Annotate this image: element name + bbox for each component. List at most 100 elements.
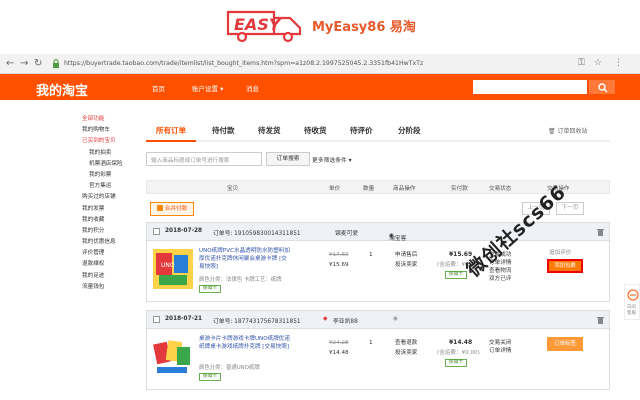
nav-home[interactable]: 首页: [152, 83, 165, 93]
trash-icon[interactable]: [597, 316, 604, 324]
headset-icon: [627, 289, 639, 301]
paid-guarantee-badge[interactable]: 保障卡: [445, 359, 467, 367]
sidebar-item[interactable]: 流量钱包: [82, 282, 140, 293]
col-item-ops: 商品操作: [393, 186, 416, 192]
order-tag-button[interactable]: 订单标签: [547, 337, 583, 351]
sidebar-nav: 全部功能 我的购物车 已买到的宝贝 我的拍卖 机票酒店保险 我的彩票 官方集运 购买过的店铺我…: [82, 114, 140, 293]
guarantee-badge[interactable]: 保障卡: [199, 373, 221, 381]
order-card: 2018-07-21 订单号: 187743175678311851 ◆ 李亚凯…: [146, 310, 610, 390]
complain-seller-link[interactable]: 投诉卖家: [395, 261, 417, 269]
product-title[interactable]: 桌游卡片卡牌游戏卡牌UNO纸牌优诺纸牌桌卡游戏纸牌扑克牌 [交易快照]: [199, 335, 291, 351]
product-thumbnail[interactable]: UNO: [153, 249, 193, 289]
order-search-input[interactable]: 输入商品标题或订单号进行搜索: [146, 152, 262, 166]
order-detail-link[interactable]: 订单详情: [489, 347, 511, 355]
col-paid: 实付款: [451, 186, 468, 192]
sidebar-item[interactable]: 评价管理: [82, 248, 140, 259]
header-search-button[interactable]: [588, 79, 616, 95]
key-icon[interactable]: ⚿: [578, 58, 585, 68]
header-search-input[interactable]: [472, 79, 588, 95]
tmall-icon: ◆: [323, 316, 328, 322]
tab-pending-review[interactable]: 待评价: [350, 125, 373, 136]
nav-account-settings[interactable]: 账户设置 ▾: [192, 83, 223, 93]
trash-icon: 🗑: [548, 128, 556, 135]
merge-payment-icon: [156, 205, 163, 211]
browser-address-bar: ← → ↻ https://buyertrade.taobao.com/trad…: [0, 54, 640, 74]
quantity: 1: [369, 340, 373, 346]
brand-name: MyEasy86 易淘: [312, 20, 416, 35]
original-price: ¥17.60: [329, 252, 349, 258]
after-sales-link[interactable]: 申请售后: [395, 251, 417, 259]
order-date: 2018-07-21: [165, 316, 203, 322]
paid-amount: ¥14.48: [449, 339, 473, 346]
seller-chat-icon[interactable]: ◉: [393, 316, 398, 322]
back-icon[interactable]: ←: [6, 58, 14, 69]
col-unit-price: 单价: [329, 186, 341, 192]
product-attributes: 颜色分类：普通UNO纸牌: [199, 365, 260, 371]
seller-tag-label: 淘宝客: [389, 236, 407, 242]
brand-banner: EASY MyEasy86 易淘: [0, 0, 640, 50]
sidebar-item[interactable]: 机票酒店保险: [82, 159, 140, 170]
order-card: 2018-07-28 订单号: 191059830014311851 锦麦可爱 …: [146, 222, 610, 302]
sidebar-item[interactable]: 我的彩票: [82, 170, 140, 181]
sidebar-item[interactable]: 我的购物车: [82, 125, 140, 136]
merge-payment-button[interactable]: 合并付款: [150, 202, 194, 216]
seller-name[interactable]: 李亚凯88: [333, 316, 358, 325]
reload-icon[interactable]: ↻: [34, 58, 42, 69]
merge-payment-label: 合并付款: [164, 206, 188, 212]
more-filters-toggle[interactable]: 更多筛选条件 ▾: [312, 155, 352, 164]
order-date: 2018-07-28: [165, 228, 203, 234]
url-text[interactable]: https://buyertrade.taobao.com/trade/item…: [64, 60, 423, 67]
sidebar-item[interactable]: 我的收藏: [82, 215, 140, 226]
order-recycle-bin-label: 订单回收站: [557, 128, 588, 135]
svg-text:UNO: UNO: [161, 262, 175, 269]
sidebar-item[interactable]: 官方集运: [82, 181, 140, 192]
sidebar-item[interactable]: 退款维权: [82, 259, 140, 270]
shipping-fee: (含运费：¥0.00): [437, 350, 480, 356]
trash-icon[interactable]: [597, 228, 604, 236]
sidebar-item[interactable]: 我的足迹: [82, 271, 140, 282]
add-review-link[interactable]: 追加评价: [549, 249, 571, 257]
order-search-button[interactable]: 订单搜索: [266, 152, 310, 166]
order-checkbox[interactable]: [153, 316, 160, 323]
tab-pending-shipment[interactable]: 待发货: [258, 125, 281, 136]
sidebar-item[interactable]: 我的优惠信息: [82, 237, 140, 248]
original-price: ¥24.28: [329, 340, 349, 346]
order-recycle-bin-link[interactable]: 🗑 订单回收站: [548, 126, 588, 135]
complain-seller-link[interactable]: 投诉卖家: [395, 349, 417, 357]
add-package-button[interactable]: 添加包裹: [547, 259, 583, 273]
tab-pending-payment[interactable]: 待付款: [212, 125, 235, 136]
lock-icon: [53, 59, 59, 68]
product-thumbnail[interactable]: [153, 337, 193, 377]
forward-icon[interactable]: →: [20, 58, 28, 69]
tab-pending-receipt[interactable]: 待收货: [304, 125, 327, 136]
sidebar-item[interactable]: 全部功能: [82, 114, 140, 125]
delivery-truck-logo-icon: EASY: [226, 10, 302, 43]
guarantee-badge[interactable]: 保障卡: [199, 285, 221, 293]
sidebar-item[interactable]: 我的发票: [82, 204, 140, 215]
sidebar-item[interactable]: 我的积分: [82, 226, 140, 237]
quantity: 1: [369, 252, 373, 258]
nav-messages[interactable]: 消息: [246, 83, 259, 93]
unit-price: ¥15.69: [329, 262, 349, 268]
star-icon[interactable]: ☆: [594, 58, 602, 68]
col-status: 交易状态: [489, 186, 512, 192]
status-closed: 交易关闭: [489, 340, 512, 346]
order-checkbox[interactable]: [153, 228, 160, 235]
customer-service-float[interactable]: 向问 客服: [624, 284, 640, 320]
sidebar-item[interactable]: 已买到的宝贝: [82, 136, 140, 147]
svg-text:EASY: EASY: [234, 15, 282, 34]
tab-staged[interactable]: 分阶段: [398, 125, 421, 136]
sidebar-item[interactable]: 购买过的店铺: [82, 192, 140, 203]
paid-guarantee-badge[interactable]: 保障卡: [445, 271, 467, 279]
unit-price: ¥14.48: [329, 350, 349, 356]
order-header: 2018-07-21 订单号: 187743175678311851 ◆ 李亚凯…: [147, 311, 609, 329]
sidebar-item[interactable]: 我的拍卖: [82, 148, 140, 159]
my-taobao-logo[interactable]: 我的淘宝: [36, 80, 88, 99]
product-title[interactable]: UNO纸牌PVC水晶透明防水防塑料加厚优诺扑克牌休闲聚会桌游卡牌 [交易快照]: [199, 247, 291, 271]
seller-name[interactable]: 锦麦可爱: [335, 228, 358, 237]
tab-all-orders[interactable]: 所有订单: [156, 125, 186, 136]
col-item: 宝贝: [227, 186, 239, 192]
view-refund-link[interactable]: 查看退款: [395, 339, 417, 347]
order-number: 订单号: 187743175678311851: [213, 319, 301, 325]
menu-icon[interactable]: ⋮: [614, 58, 623, 68]
